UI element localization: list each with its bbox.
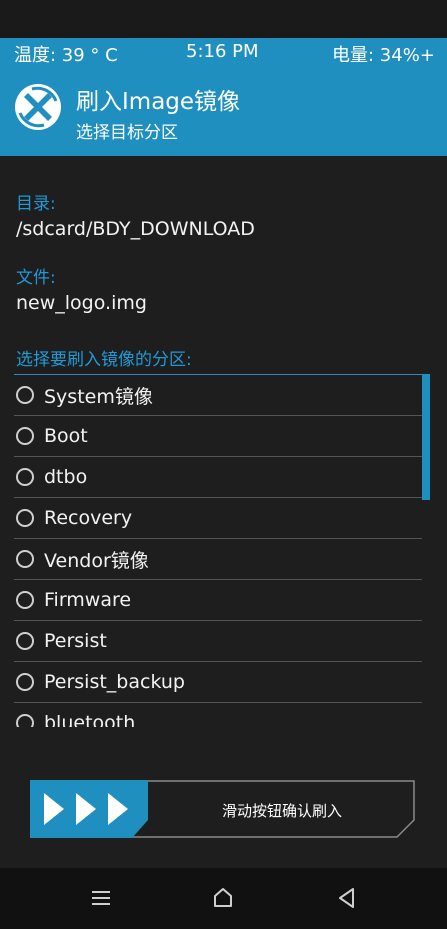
page-title: 刷入Image镜像 [76, 89, 241, 115]
partition-label: Boot [44, 425, 88, 447]
page-subtitle: 选择目标分区 [76, 123, 178, 143]
radio-button[interactable] [16, 591, 34, 609]
partition-label: Vendor镜像 [44, 549, 149, 572]
temperature-text: 温度: 39 ° C [14, 45, 118, 66]
navigation-bar [0, 868, 447, 929]
radio-button[interactable] [16, 550, 34, 568]
radio-button[interactable] [16, 714, 34, 727]
list-scrollbar[interactable] [422, 374, 430, 500]
partition-item[interactable]: System镜像 [14, 375, 422, 416]
partition-label: Persist [44, 630, 107, 652]
partition-label: Firmware [44, 589, 132, 611]
back-icon[interactable] [334, 885, 360, 911]
top-black-bar [0, 0, 447, 38]
battery-text: 电量: 34%+ [332, 45, 435, 66]
slider-handle[interactable] [30, 780, 150, 838]
slider-label: 滑动按钮确认刷入 [222, 802, 343, 820]
menu-icon[interactable] [88, 885, 114, 911]
radio-button[interactable] [16, 386, 34, 404]
radio-button[interactable] [16, 509, 34, 527]
radio-button[interactable] [16, 673, 34, 691]
partition-item[interactable]: Recovery [14, 498, 422, 539]
partition-label: Recovery [44, 507, 133, 529]
radio-button[interactable] [16, 468, 34, 486]
partition-label: dtbo [44, 466, 88, 488]
partition-item[interactable]: Persist [14, 621, 422, 662]
partition-item[interactable]: Persist_backup [14, 662, 422, 703]
file-label: 文件: [16, 268, 56, 288]
radio-button[interactable] [16, 632, 34, 650]
partition-item[interactable]: Boot [14, 416, 422, 457]
partition-list[interactable]: System镜像 Boot dtbo Recovery Vendor镜像 Fir… [14, 374, 422, 727]
status-bar: 温度: 39 ° C 5:16 PM 电量: 34%+ [0, 38, 447, 68]
home-icon[interactable] [210, 885, 236, 911]
radio-button[interactable] [16, 427, 34, 445]
partition-label: System镜像 [44, 385, 153, 408]
header: 刷入Image镜像 选择目标分区 [0, 68, 447, 156]
partition-label: Persist_backup [44, 671, 185, 693]
file-value: new_logo.img [16, 292, 147, 314]
partition-item[interactable]: bluetooth [14, 703, 422, 727]
time-text: 5:16 PM [186, 41, 259, 62]
partition-item[interactable]: dtbo [14, 457, 422, 498]
partition-prompt: 选择要刷入镜像的分区: [16, 350, 192, 370]
partition-item[interactable]: Vendor镜像 [14, 539, 422, 580]
directory-value: /sdcard/BDY_DOWNLOAD [16, 218, 255, 240]
directory-label: 目录: [16, 194, 56, 214]
partition-item[interactable]: Firmware [14, 580, 422, 621]
partition-label: bluetooth [44, 712, 136, 727]
swipe-to-confirm-slider[interactable]: 滑动按钮确认刷入 [30, 780, 415, 838]
twrp-logo-icon [15, 84, 61, 130]
